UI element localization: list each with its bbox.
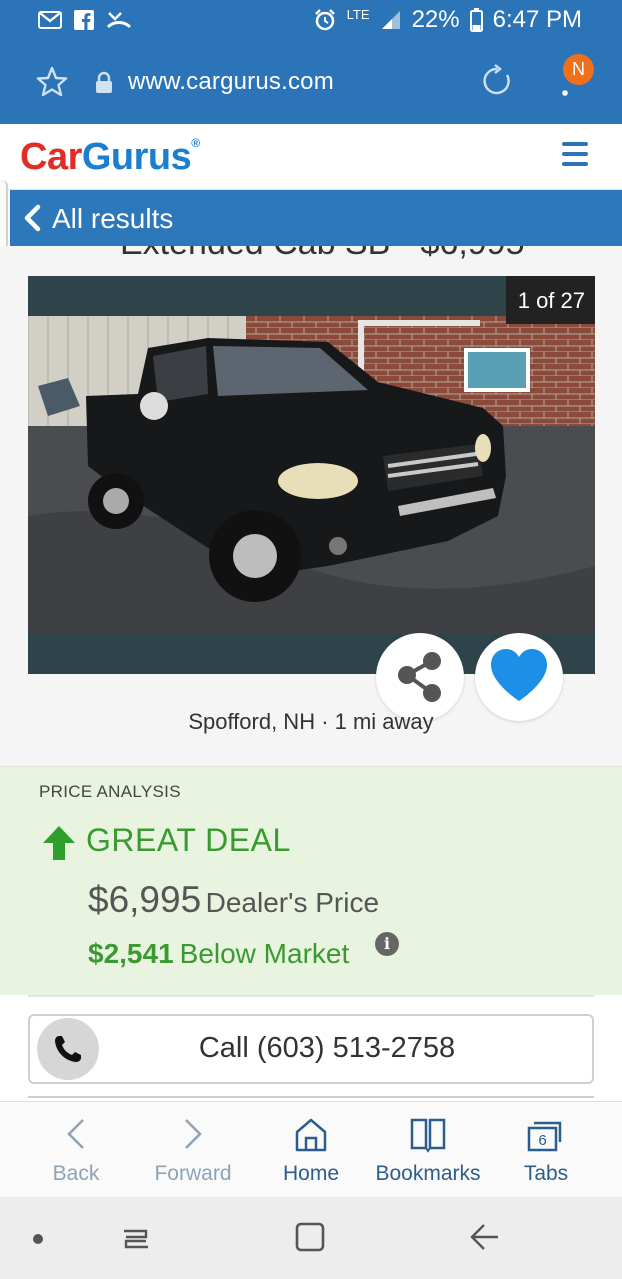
browser-toolbar: Back Forward Home Bookmarks 6 Tabs <box>0 1101 622 1197</box>
home-icon <box>295 1118 327 1152</box>
cargurus-logo[interactable]: CarGurus® <box>20 136 200 179</box>
facebook-icon <box>74 10 94 30</box>
notification-badge[interactable]: N <box>563 54 594 85</box>
signal-icon <box>381 11 400 29</box>
logo-registered-mark: ® <box>191 136 200 150</box>
heart-icon <box>491 649 547 701</box>
listing-location: Spofford, NH · 1 mi away <box>188 709 434 734</box>
below-market-label: Below Market <box>179 938 350 969</box>
section-divider <box>28 995 594 997</box>
hamburger-menu-icon[interactable] <box>562 142 588 166</box>
tab-count: 6 <box>538 1132 546 1149</box>
toolbar-tabs-label: Tabs <box>523 1162 569 1185</box>
below-market-amount: $2,541 <box>88 938 174 969</box>
toolbar-bookmarks-label: Bookmarks <box>375 1162 481 1185</box>
toolbar-bookmarks-button[interactable]: Bookmarks <box>370 1114 486 1186</box>
forward-arrow-icon <box>185 1119 202 1149</box>
battery-icon <box>469 8 483 32</box>
dealer-price-row: $6,995 Dealer's Price <box>88 879 379 921</box>
back-arrow-icon <box>67 1119 84 1149</box>
photo-counter: 1 of 27 <box>505 276 595 324</box>
lock-icon <box>96 71 112 93</box>
url-field[interactable]: www.cargurus.com <box>128 68 334 96</box>
info-icon[interactable]: i <box>375 932 399 956</box>
arrow-up-icon <box>43 826 75 860</box>
share-icon <box>398 652 441 702</box>
bookmarks-book-icon <box>410 1118 446 1153</box>
share-button[interactable] <box>376 633 464 721</box>
below-market-row: $2,541 Below Market <box>88 938 349 970</box>
toolbar-forward-label: Forward <box>154 1162 232 1185</box>
price-analysis-section: PRICE ANALYSIS GREAT DEAL $6,995 Dealer'… <box>0 766 622 995</box>
listing-content: Extended Cab SB - $6,995 <box>0 246 622 766</box>
toolbar-forward-button[interactable]: Forward <box>135 1114 251 1186</box>
site-header: CarGurus® <box>0 124 622 190</box>
all-results-link[interactable]: All results <box>10 190 622 246</box>
toolbar-home-label: Home <box>282 1162 340 1185</box>
bookmark-star-icon[interactable] <box>36 66 68 98</box>
toolbar-back-button[interactable]: Back <box>18 1114 134 1186</box>
dealer-price-label: Dealer's Price <box>205 887 380 918</box>
clock: 6:47 PM <box>492 6 582 33</box>
alarm-icon <box>314 9 335 31</box>
toolbar-back-label: Back <box>52 1162 100 1185</box>
call-dealer-button[interactable]: Call (603) 513-2758 <box>28 1014 594 1084</box>
status-bar: LTE 22% 6:47 PM <box>0 0 622 44</box>
dealer-price: $6,995 <box>88 879 202 920</box>
listing-title: Extended Cab SB - $6,995 <box>120 246 525 263</box>
toolbar-home-button[interactable]: Home <box>253 1114 369 1186</box>
home-square-icon[interactable] <box>294 1221 326 1253</box>
deal-rating: GREAT DEAL <box>86 822 291 858</box>
browser-address-bar: www.cargurus.com N <box>0 44 622 124</box>
all-results-label: All results <box>52 203 174 234</box>
android-nav-bar <box>0 1197 622 1279</box>
missed-call-icon <box>106 12 132 29</box>
back-nav-icon[interactable] <box>468 1221 500 1253</box>
recent-apps-icon[interactable] <box>120 1223 152 1255</box>
battery-percent: 22% <box>411 6 460 33</box>
chevron-left-icon <box>24 204 41 232</box>
tabs-icon: 6 <box>527 1121 562 1152</box>
price-analysis-heading: PRICE ANALYSIS <box>39 782 181 801</box>
logo-car: Car <box>20 136 82 178</box>
reload-icon[interactable] <box>480 64 514 98</box>
nav-dot-icon[interactable] <box>32 1233 44 1245</box>
gmail-icon <box>38 11 62 29</box>
favorite-button[interactable] <box>475 633 563 721</box>
logo-gurus: Gurus <box>81 136 192 178</box>
toolbar-tabs-button[interactable]: 6 Tabs <box>488 1114 604 1186</box>
call-button-label: Call (603) 513-2758 <box>198 1032 456 1064</box>
truck-photo[interactable] <box>28 316 595 634</box>
listing-photo-gallery[interactable]: 1 of 27 <box>28 276 595 674</box>
network-type: LTE <box>346 6 370 22</box>
